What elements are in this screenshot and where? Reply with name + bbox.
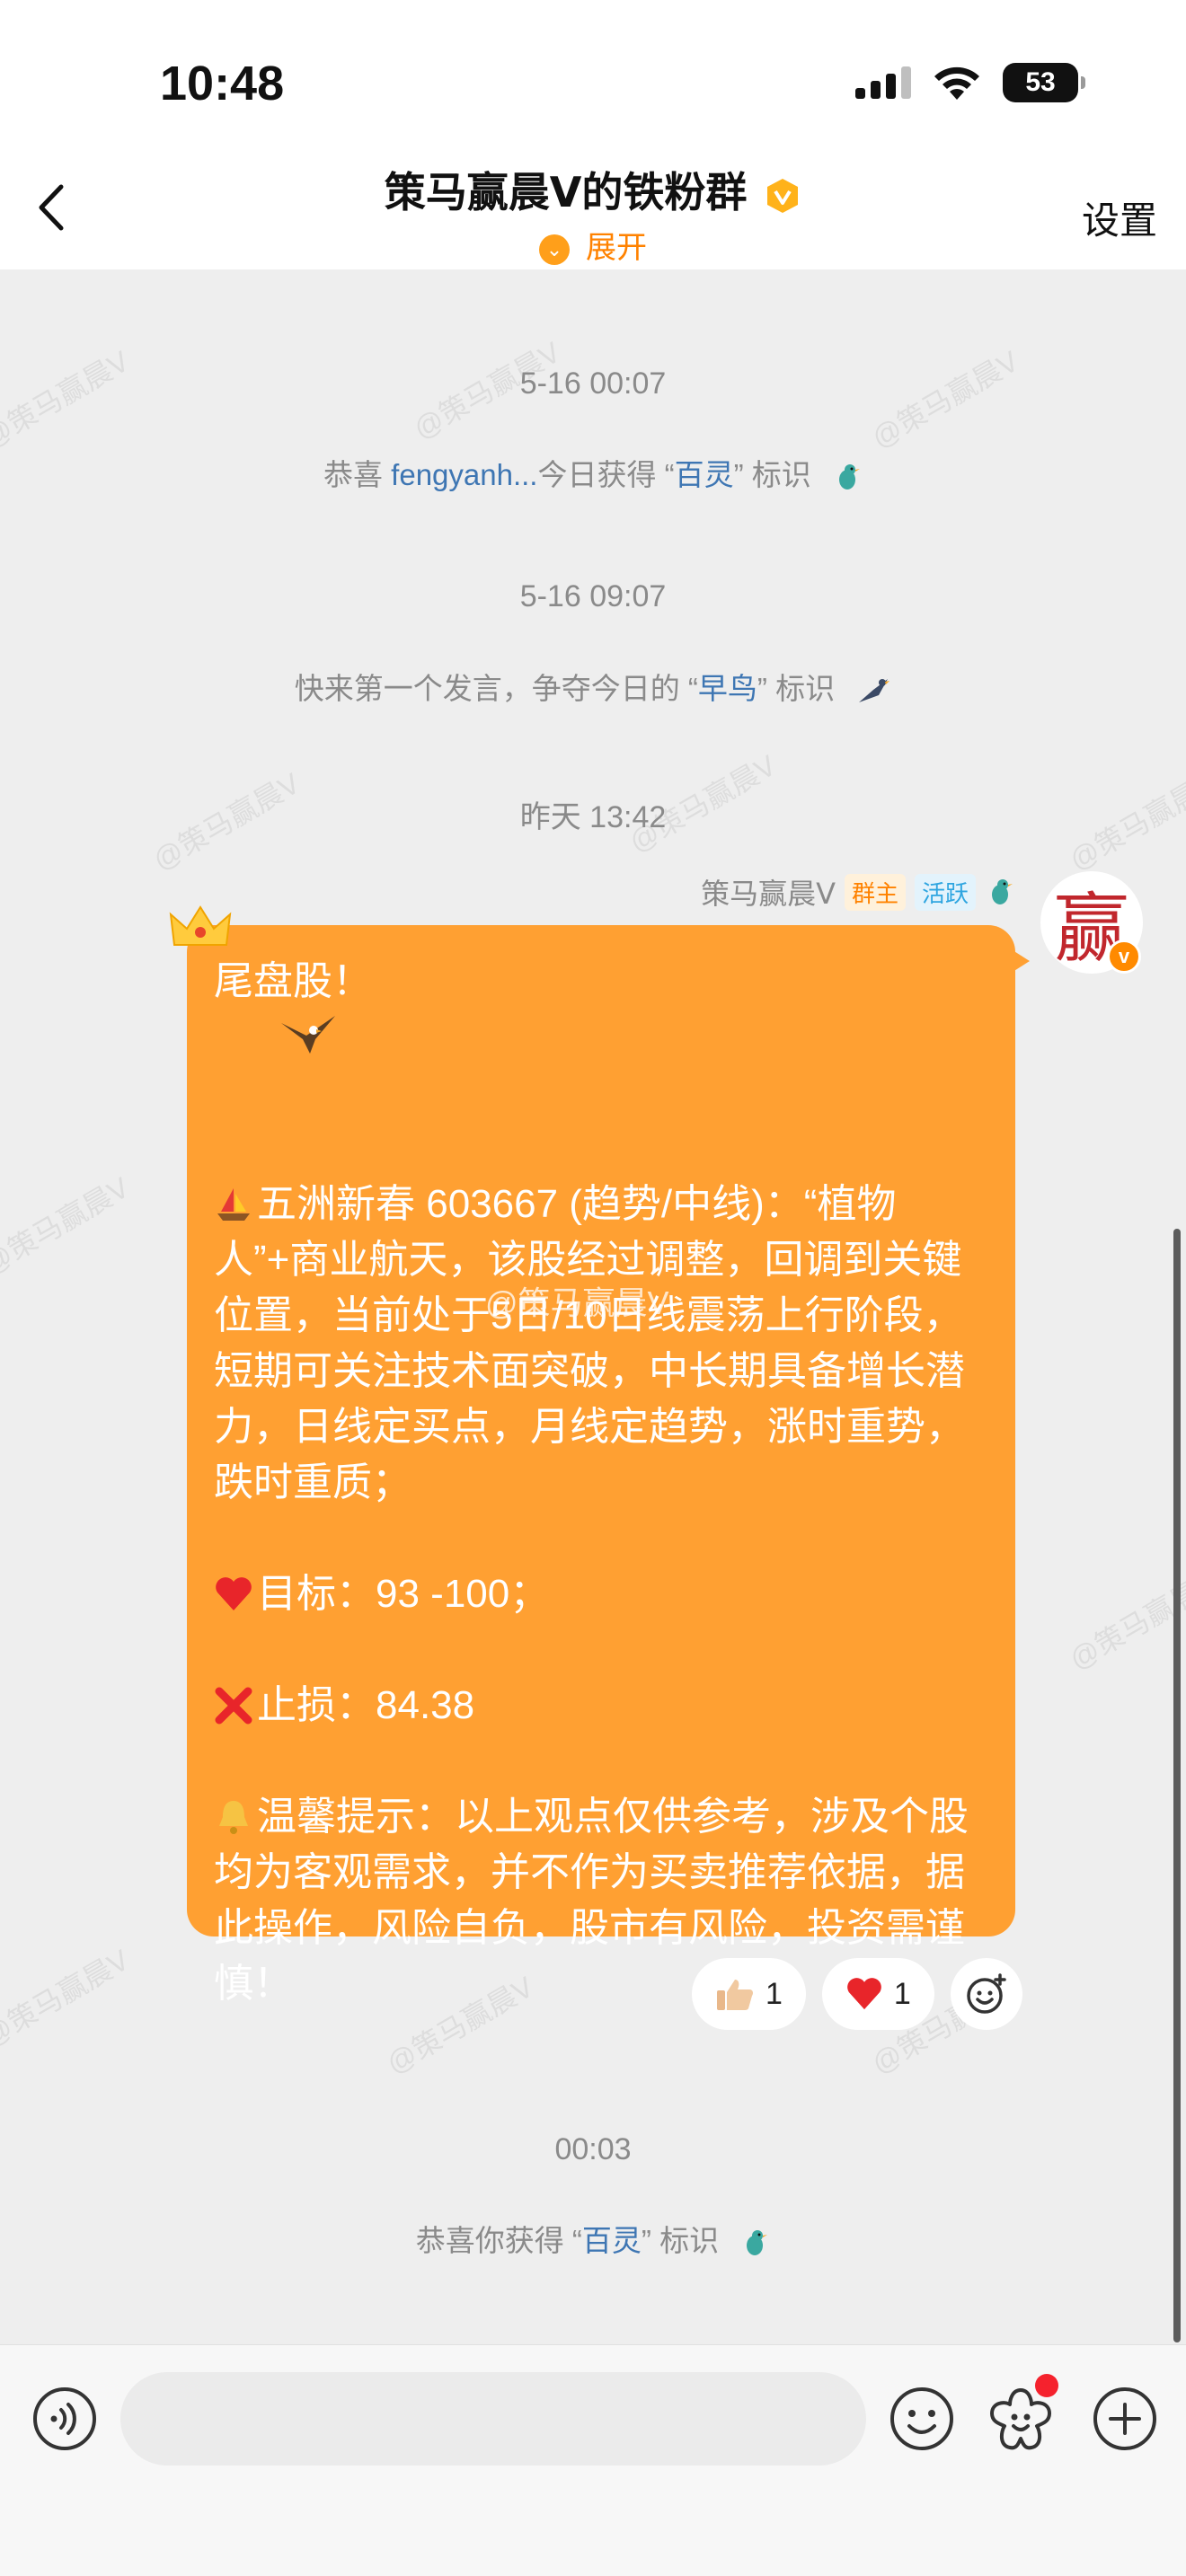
system-message: 恭喜你获得 “百灵” 标识: [0, 2217, 1186, 2260]
heart-count: 1: [893, 1976, 911, 2011]
system-text: ” 标识: [733, 458, 811, 491]
status-bar: 10:48 53: [0, 0, 1186, 153]
settings-button[interactable]: 设置: [1082, 190, 1157, 245]
thumbs-up-reaction[interactable]: 1: [692, 1958, 806, 2030]
timestamp: 5-16 09:07: [519, 579, 667, 613]
battery-icon: 53: [1003, 63, 1085, 102]
group-title: 策马赢晨Ⅴ的铁粉群: [0, 160, 1186, 219]
chevron-down-icon: ⌄: [539, 234, 570, 266]
badge-link[interactable]: 百灵: [675, 458, 734, 491]
watermark: @策马赢晨V: [0, 1170, 135, 1281]
avatar[interactable]: 赢 v: [1039, 869, 1145, 975]
lark-bird-icon: [838, 464, 860, 490]
add-reaction-button[interactable]: [950, 1958, 1022, 2030]
chat-area[interactable]: @策马赢晨V @策马赢晨V @策马赢晨V @策马赢晨V @策马赢晨V @策马赢晨…: [0, 269, 1186, 2344]
badge-link[interactable]: 早鸟: [698, 672, 757, 705]
heart-icon: [216, 1577, 252, 1610]
voice-button[interactable]: [27, 2381, 102, 2457]
system-text: 快来第一个发言，争夺今日的 “: [294, 672, 698, 705]
verified-v-icon: v: [1107, 940, 1141, 974]
emoji-button[interactable]: [884, 2381, 960, 2457]
timestamp: 昨天 13:42: [519, 800, 667, 834]
watermark: @策马赢晨V: [0, 1943, 135, 2053]
expand-label: 展开: [586, 231, 647, 265]
voice-icon: [33, 2387, 96, 2450]
system-message: 快来第一个发言，争夺今日的 “早鸟” 标识: [0, 665, 1186, 708]
message-bubble[interactable]: 尾盘股！ 五洲新春 603667 (趋势/中线)：“植物人”+商业航天，该股经过…: [187, 925, 1030, 2006]
image-watermark: @策马赢晨V: [485, 1284, 669, 1321]
owner-tag: 群主: [844, 873, 906, 911]
reaction-bar: 1 1: [692, 1958, 1022, 2030]
system-message: 恭喜 fengyanh...今日获得 “百灵” 标识: [0, 451, 1186, 494]
system-text: 恭喜你获得 “: [415, 2224, 582, 2257]
heart-reaction[interactable]: 1: [821, 1958, 934, 2030]
cross-mark-icon: [215, 1687, 252, 1725]
system-text: ” 标识: [757, 672, 836, 705]
heart-icon: [847, 1978, 881, 2010]
message-input[interactable]: [120, 2372, 866, 2466]
group-title-text: 策马赢晨Ⅴ的铁粉群: [384, 169, 748, 216]
input-bar: [0, 2344, 1186, 2576]
sender-info: 策马赢晨Ⅴ 群主 活跃: [701, 871, 1015, 913]
timestamp: 5-16 00:07: [519, 366, 667, 401]
lark-bird-icon: [747, 2230, 768, 2256]
more-button[interactable]: [1087, 2381, 1163, 2457]
plus-icon: [1093, 2387, 1156, 2450]
post-target: 目标：93 -100；: [257, 1572, 550, 1616]
notification-dot: [1035, 2374, 1058, 2397]
thumbs-up-icon: [717, 1980, 753, 2010]
message-line: 目标：93 -100；: [214, 1566, 988, 1622]
timestamp: 00:03: [554, 2132, 632, 2166]
battery-level: 53: [1025, 67, 1056, 97]
status-icons: 53: [855, 63, 1085, 102]
chat-header: 策马赢晨Ⅴ的铁粉群 ⌄ 展开 设置: [0, 153, 1186, 269]
lark-bird-icon: [992, 879, 1013, 904]
verified-badge-icon: [767, 178, 799, 213]
wifi-icon: [934, 66, 979, 100]
system-text: 今日获得 “: [537, 458, 675, 491]
active-tag: 活跃: [914, 873, 976, 911]
crown-icon: [169, 905, 232, 946]
sailboat-icon: [217, 1188, 250, 1221]
watermark: @策马赢晨V: [1064, 1566, 1186, 1676]
thumbs-up-count: 1: [766, 1976, 783, 2011]
early-bird-icon: [859, 679, 890, 703]
sender-name[interactable]: 策马赢晨Ⅴ: [701, 871, 836, 913]
bell-icon: [219, 1801, 248, 1834]
status-time: 10:48: [160, 57, 285, 110]
message-line: 五洲新春 603667 (趋势/中线)：“植物人”+商业航天，该股经过调整，回调…: [214, 1177, 988, 1511]
scrollbar[interactable]: [1173, 1229, 1181, 2342]
add-emoji-icon: [967, 1973, 1006, 2014]
cellular-signal-icon: [855, 66, 911, 99]
system-text: 恭喜: [323, 458, 392, 491]
post-paragraph: 五洲新春 603667 (趋势/中线)：“植物人”+商业航天，该股经过调整，回调…: [214, 1182, 965, 1504]
user-link[interactable]: fengyanh...: [391, 458, 537, 491]
post-stoploss: 止损：84.38: [257, 1683, 475, 1727]
message-line: 尾盘股！: [214, 954, 988, 1121]
post-title: 尾盘股！: [214, 959, 372, 1003]
eagle-icon: [281, 1016, 336, 1054]
message-line: 止损：84.38: [214, 1678, 988, 1734]
badge-link[interactable]: 百灵: [582, 2224, 642, 2257]
system-text: ” 标识: [641, 2224, 720, 2257]
expand-toggle[interactable]: ⌄ 展开: [0, 223, 1186, 267]
smiley-icon: [890, 2387, 953, 2450]
sticker-button[interactable]: [983, 2374, 1058, 2457]
